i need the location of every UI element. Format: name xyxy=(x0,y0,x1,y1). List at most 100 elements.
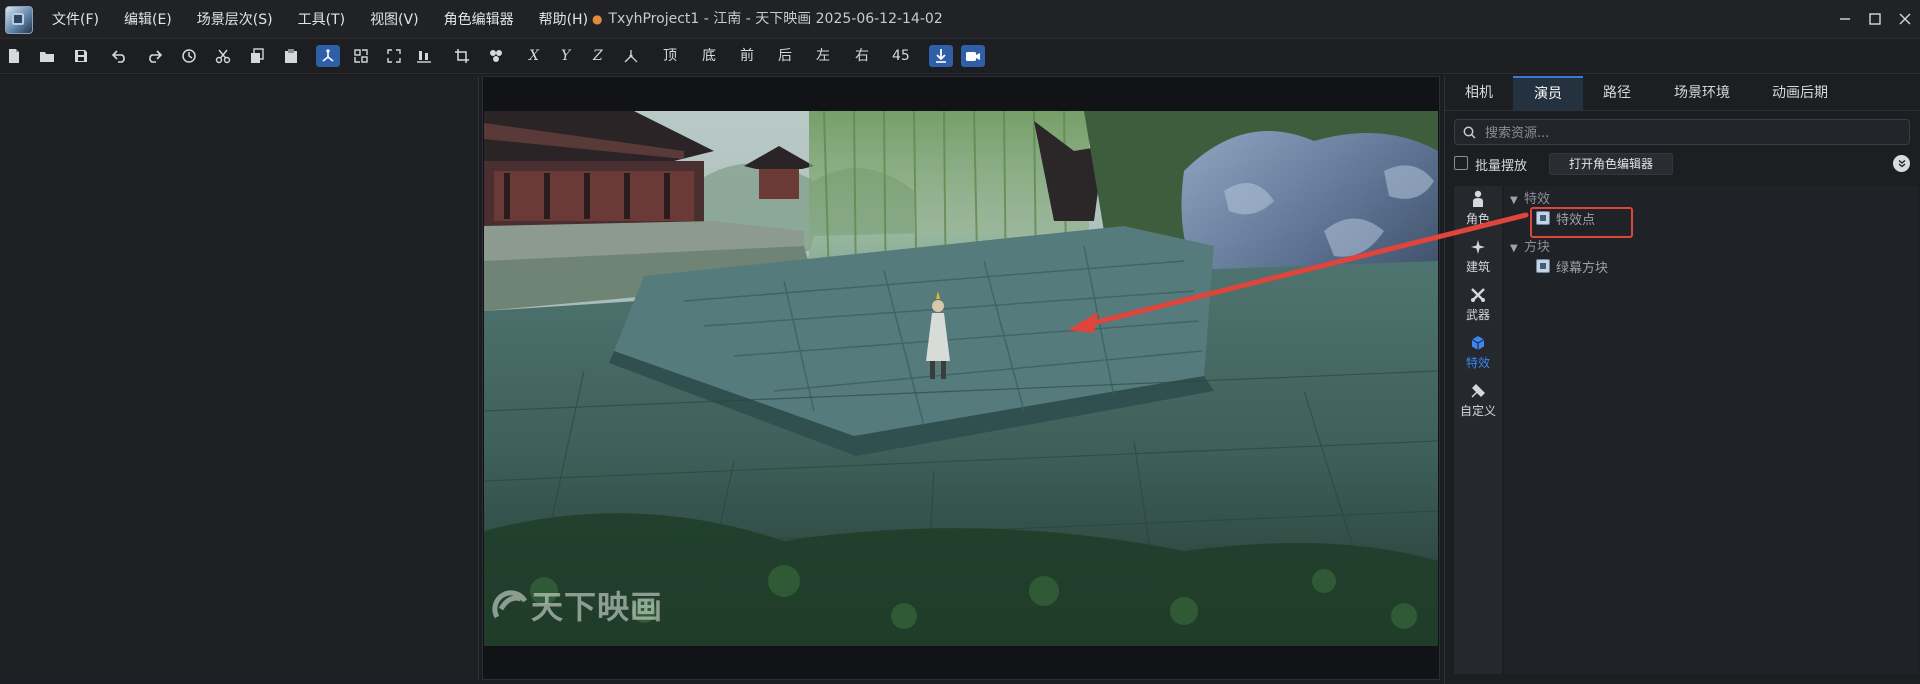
axis-x-toggle[interactable]: X xyxy=(529,45,539,67)
camera-icon xyxy=(966,52,980,61)
move-gizmo-button[interactable] xyxy=(316,45,340,67)
axis-free-button[interactable] xyxy=(619,45,643,67)
view-bottom-button[interactable]: 底 xyxy=(702,45,716,67)
tab-actor[interactable]: 演员 xyxy=(1513,76,1583,110)
drop-to-ground-icon xyxy=(936,49,946,63)
maximize-icon xyxy=(1869,13,1881,25)
new-file-button[interactable] xyxy=(2,45,26,67)
axis-y-toggle[interactable]: Y xyxy=(561,45,570,67)
category-building[interactable]: 建筑 xyxy=(1454,236,1502,280)
axis-z-toggle[interactable]: Z xyxy=(593,45,603,67)
scene-hierarchy-panel xyxy=(0,76,479,680)
save-button[interactable] xyxy=(69,45,93,67)
new-file-icon xyxy=(9,49,19,63)
camera-button[interactable] xyxy=(961,45,985,67)
resource-tree: ▼ 特效 特效点 ▼ 方块 绿幕方块 xyxy=(1504,186,1918,674)
history-icon xyxy=(182,49,196,63)
category-label: 特效 xyxy=(1465,356,1490,370)
close-icon xyxy=(1899,13,1911,25)
batch-place-checkbox[interactable] xyxy=(1454,156,1468,170)
expand-arrow-icon: ▼ xyxy=(1510,243,1518,254)
watermark-logo-icon xyxy=(492,590,528,619)
axis-free-icon xyxy=(624,50,638,63)
unsaved-indicator: ● xyxy=(592,12,603,26)
group-icon xyxy=(490,50,502,62)
asset-icon xyxy=(1536,211,1550,225)
drop-to-ground-button[interactable] xyxy=(929,45,953,67)
open-folder-icon xyxy=(40,52,54,62)
minimize-icon xyxy=(1840,18,1850,20)
paste-button[interactable] xyxy=(279,45,303,67)
menu-scene-hierarchy[interactable]: 场景层次(S) xyxy=(197,9,273,29)
redo-button[interactable] xyxy=(142,45,166,67)
copy-icon xyxy=(251,48,264,63)
open-folder-button[interactable] xyxy=(35,45,59,67)
undo-button[interactable] xyxy=(108,45,132,67)
category-bar: 角色 建筑 武器 特效 自定义 xyxy=(1454,186,1502,674)
maximize-button[interactable] xyxy=(1860,0,1890,38)
group-button[interactable] xyxy=(484,45,508,67)
view-back-button[interactable]: 后 xyxy=(778,45,792,67)
weapon-icon xyxy=(1471,288,1485,302)
app-logo xyxy=(5,6,33,34)
window-controls xyxy=(1830,0,1920,38)
asset-icon xyxy=(1536,259,1550,273)
view-right-button[interactable]: 右 xyxy=(855,45,869,67)
resource-tabs: 相机 演员 路径 场景环境 动画后期 xyxy=(1445,76,1920,111)
character-icon xyxy=(1473,190,1483,207)
effect-cube-icon xyxy=(1471,336,1485,350)
minimize-button[interactable] xyxy=(1830,0,1860,38)
tree-item-effect-point[interactable]: 特效点 xyxy=(1536,208,1595,228)
menu-edit[interactable]: 编辑(E) xyxy=(124,9,172,29)
tab-animation-post[interactable]: 动画后期 xyxy=(1753,76,1847,110)
tab-path[interactable]: 路径 xyxy=(1583,76,1651,110)
tree-group-block[interactable]: ▼ 方块 xyxy=(1510,236,1550,256)
category-weapon[interactable]: 武器 xyxy=(1454,284,1502,328)
tree-item-green-screen-block[interactable]: 绿幕方块 xyxy=(1536,256,1608,276)
menu-file[interactable]: 文件(F) xyxy=(52,9,99,29)
open-role-editor-button[interactable]: 打开角色编辑器 xyxy=(1549,153,1673,175)
redo-icon xyxy=(149,50,162,63)
view-45-button[interactable]: 45 xyxy=(892,45,910,67)
fit-view-icon xyxy=(387,49,401,63)
tree-group-effect[interactable]: ▼ 特效 xyxy=(1510,188,1550,208)
category-custom[interactable]: 自定义 xyxy=(1454,380,1502,424)
batch-row: 批量摆放 打开角色编辑器 xyxy=(1454,152,1914,176)
save-icon xyxy=(75,50,87,62)
scene-render[interactable] xyxy=(484,111,1438,646)
building-icon xyxy=(1471,240,1485,254)
batch-place-label: 批量摆放 xyxy=(1475,159,1528,174)
resource-panel: 相机 演员 路径 场景环境 动画后期 批量摆放 打开角色编辑器 角色 建筑 武器 xyxy=(1444,76,1920,684)
menu-tools[interactable]: 工具(T) xyxy=(298,9,345,29)
fit-view-button[interactable] xyxy=(382,45,406,67)
tab-scene-environment[interactable]: 场景环境 xyxy=(1651,76,1753,110)
menu-help[interactable]: 帮助(H) xyxy=(539,9,588,29)
search-input[interactable] xyxy=(1483,122,1907,144)
copy-button[interactable] xyxy=(245,45,269,67)
document-title: ● TxyhProject1 - 江南 - 天下映画 2025-06-12-14-… xyxy=(592,0,943,38)
title-bar: 文件(F) 编辑(E) 场景层次(S) 工具(T) 视图(V) 角色编辑器 帮助… xyxy=(0,0,1920,39)
double-chevron-down-icon xyxy=(1898,159,1905,167)
collapse-button[interactable] xyxy=(1893,155,1910,172)
category-effect[interactable]: 特效 xyxy=(1454,332,1502,376)
resource-search xyxy=(1454,119,1910,145)
close-window-button[interactable] xyxy=(1890,0,1920,38)
ground-align-icon xyxy=(417,51,431,63)
history-button[interactable] xyxy=(177,45,201,67)
category-label: 建筑 xyxy=(1465,260,1490,274)
tab-camera[interactable]: 相机 xyxy=(1445,76,1513,110)
view-front-button[interactable]: 前 xyxy=(740,45,754,67)
view-top-button[interactable]: 顶 xyxy=(663,45,677,67)
cut-button[interactable] xyxy=(211,45,235,67)
tree-item-label: 绿幕方块 xyxy=(1556,260,1609,276)
menu-view[interactable]: 视图(V) xyxy=(370,9,419,29)
ground-align-button[interactable] xyxy=(412,45,436,67)
category-character[interactable]: 角色 xyxy=(1454,188,1502,232)
scale-gizmo-button[interactable] xyxy=(349,45,373,67)
menu-role-editor[interactable]: 角色编辑器 xyxy=(444,9,514,29)
view-left-button[interactable]: 左 xyxy=(816,45,830,67)
cut-icon xyxy=(215,49,231,64)
3d-viewport[interactable]: 天下映画 xyxy=(482,76,1440,680)
crop-button[interactable] xyxy=(450,45,474,67)
move-gizmo-icon xyxy=(322,49,334,62)
